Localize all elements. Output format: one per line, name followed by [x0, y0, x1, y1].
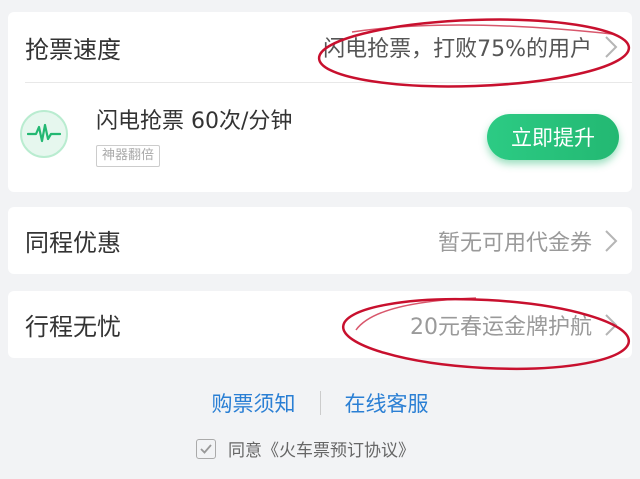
agreement-text[interactable]: 同意《火车票预订协议》 [228, 436, 415, 461]
trip-row[interactable]: 行程无忧 20元春运金牌护航 [8, 291, 632, 358]
chevron-right-icon [605, 36, 618, 58]
trip-card[interactable]: 行程无忧 20元春运金牌护航 [8, 291, 632, 358]
footer-links: 购票须知 在线客服 [0, 388, 640, 418]
agree-checkbox[interactable] [196, 438, 216, 459]
speed-plan-text: 闪电抢票 60次/分钟 [96, 109, 293, 134]
promo-card[interactable]: 同程优惠 暂无可用代金券 [8, 207, 632, 274]
chevron-right-icon [605, 229, 618, 252]
upgrade-button[interactable]: 立即提升 [487, 114, 619, 160]
link-separator [319, 391, 321, 415]
promo-row[interactable]: 同程优惠 暂无可用代金券 [8, 207, 632, 274]
speed-title: 抢票速度 [25, 35, 121, 64]
notice-link[interactable]: 购票须知 [212, 388, 296, 418]
pulse-wave-icon [20, 110, 68, 158]
boost-badge: 神器翻倍 [96, 145, 161, 167]
trip-title: 行程无忧 [25, 313, 121, 341]
speed-row[interactable]: 抢票速度 闪电抢票，打败75%的用户 [8, 12, 632, 82]
checkmark-icon [200, 443, 212, 454]
promo-value: 暂无可用代金券 [437, 230, 592, 256]
service-link[interactable]: 在线客服 [345, 388, 429, 418]
trip-value: 20元春运金牌护航 [410, 314, 592, 340]
agreement: 同意《火车票预订协议》 [196, 436, 415, 461]
divider [25, 82, 632, 83]
chevron-right-icon [605, 313, 618, 336]
promo-title: 同程优惠 [25, 229, 121, 257]
speed-summary: 闪电抢票，打败75%的用户 [323, 37, 592, 62]
